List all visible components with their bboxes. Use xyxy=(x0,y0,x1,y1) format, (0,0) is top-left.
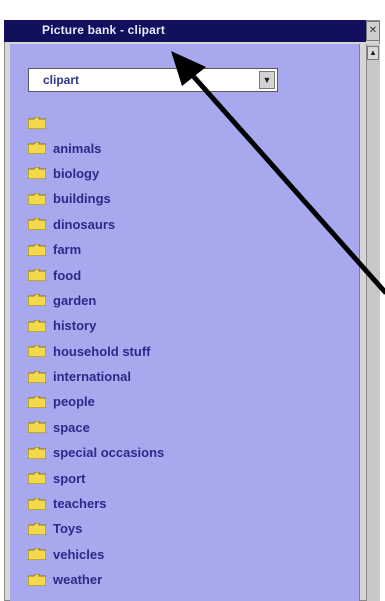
arrow-line xyxy=(183,65,385,295)
arrow-head-icon xyxy=(171,51,206,86)
annotation-arrow xyxy=(171,51,385,295)
